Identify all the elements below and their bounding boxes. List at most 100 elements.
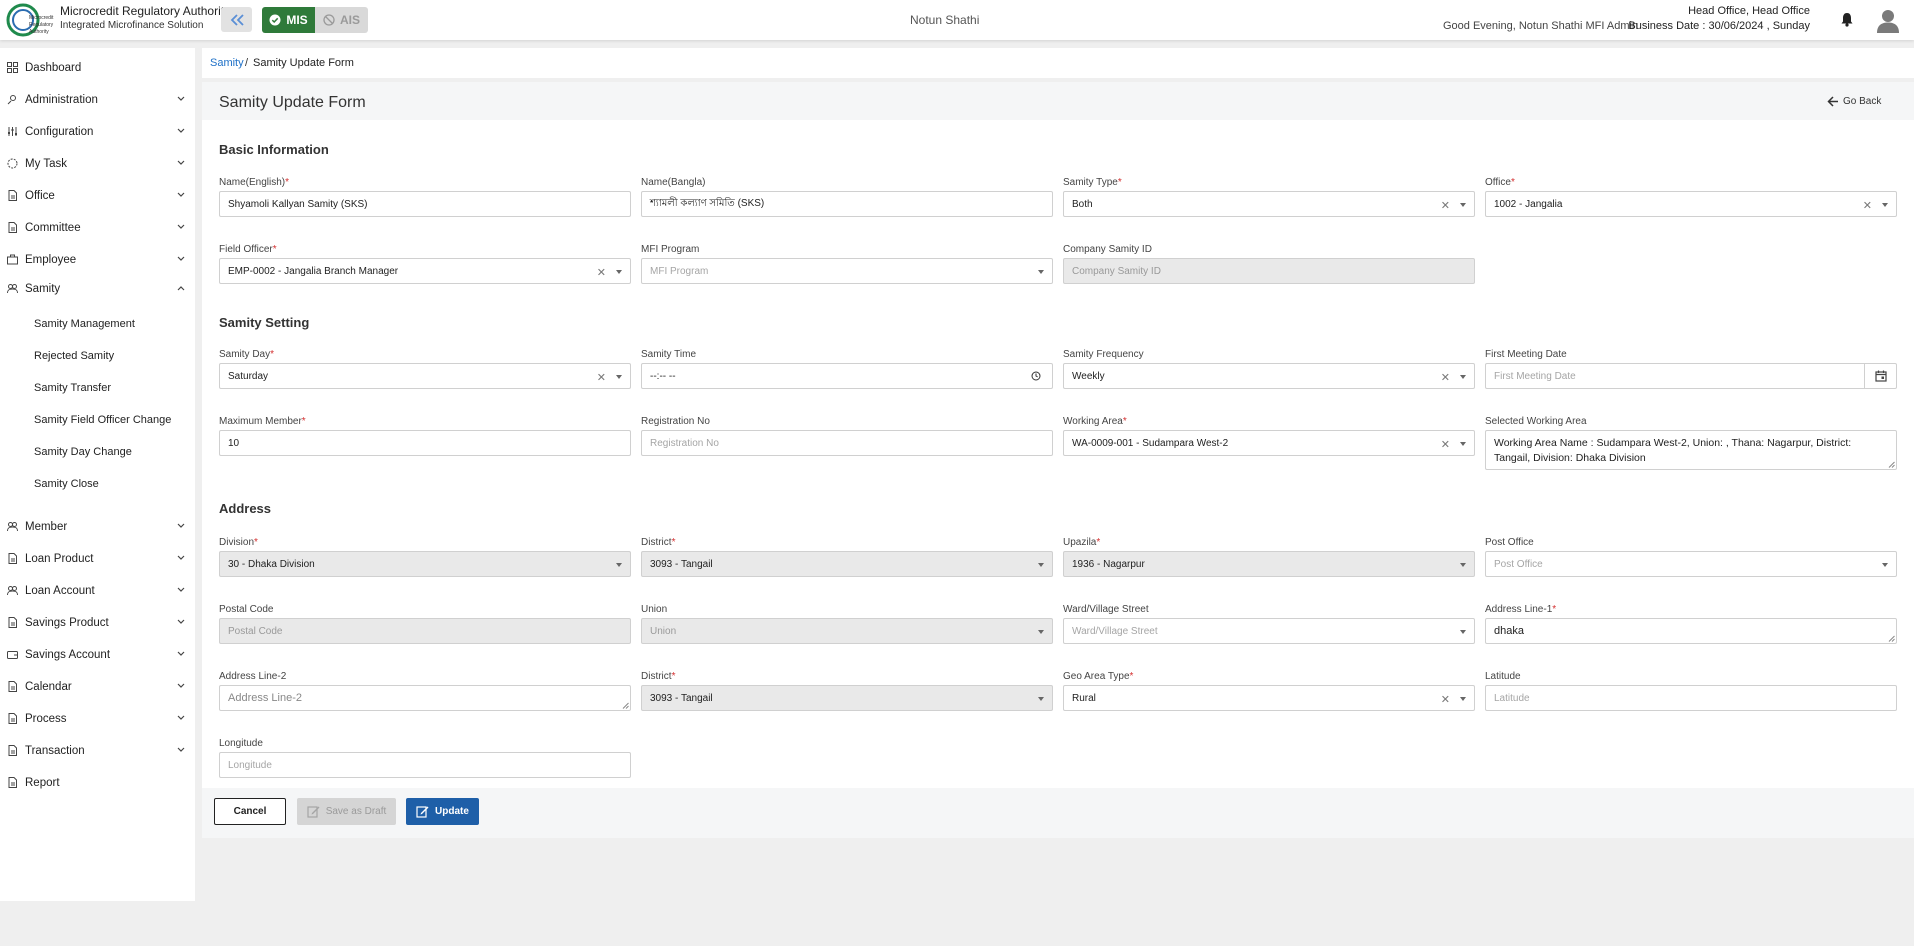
mfi-program-select[interactable]: MFI Program: [641, 258, 1053, 284]
latitude-input[interactable]: Latitude: [1485, 685, 1897, 711]
clear-icon[interactable]: ✕: [1441, 438, 1450, 451]
maximum-member-input[interactable]: 10: [219, 430, 631, 456]
sidebar-item-dashboard[interactable]: Dashboard: [0, 57, 195, 79]
resize-handle-icon[interactable]: [1888, 635, 1895, 642]
address-line1-field: Address Line-1* dhaka: [1485, 604, 1897, 644]
sidebar-item-employee[interactable]: Employee: [0, 249, 195, 271]
registration-no-input[interactable]: Registration No: [641, 430, 1053, 456]
sidebar-item-process[interactable]: Process: [0, 708, 195, 730]
save-as-draft-button[interactable]: Save as Draft: [297, 798, 396, 825]
name-bangla-value: শ্যামলী কল্যাণ সমিতি (SKS): [650, 197, 765, 209]
sidebar-item-calendar[interactable]: Calendar: [0, 676, 195, 698]
postal-code-placeholder: Postal Code: [228, 625, 283, 637]
sidebar-item-configuration[interactable]: Configuration: [0, 121, 195, 143]
sidebar-subitem-samity-close[interactable]: Samity Close: [34, 478, 99, 490]
caret-down-icon: [1460, 442, 1466, 446]
bell-icon[interactable]: [1840, 12, 1854, 27]
address-line2-textarea[interactable]: Address Line-2: [219, 685, 631, 711]
field-officer-select[interactable]: EMP-0002 - Jangalia Branch Manager ✕: [219, 258, 631, 284]
samity-day-select[interactable]: Saturday ✕: [219, 363, 631, 389]
sidebar-subitem-field-officer-change[interactable]: Samity Field Officer Change: [34, 414, 171, 426]
geo-area-type-select[interactable]: Rural ✕: [1063, 685, 1475, 711]
group-icon: [7, 586, 18, 596]
go-back-button[interactable]: Go Back: [1827, 96, 1881, 107]
sidebar-subitem-rejected-samity[interactable]: Rejected Samity: [34, 350, 114, 362]
samity-time-value: --:-- --: [650, 370, 676, 382]
sidebar-item-savings-account[interactable]: Savings Account: [0, 644, 195, 666]
cancel-button[interactable]: Cancel: [214, 798, 286, 825]
samity-time-input[interactable]: --:-- --: [641, 363, 1053, 389]
business-date: Business Date : 30/06/2024 , Sunday: [1628, 20, 1810, 32]
samity-frequency-select[interactable]: Weekly ✕: [1063, 363, 1475, 389]
mis-mode-button[interactable]: MIS: [262, 7, 315, 33]
clear-icon[interactable]: ✕: [1441, 371, 1450, 384]
longitude-input[interactable]: Longitude: [219, 752, 631, 778]
division-select[interactable]: 30 - Dhaka Division: [219, 551, 631, 577]
brand-subtitle: Integrated Microfinance Solution: [60, 20, 204, 31]
samity-time-label: Samity Time: [641, 349, 697, 360]
section-basic-information: Basic Information: [219, 142, 329, 157]
sidebar-item-my-task[interactable]: My Task: [0, 153, 195, 175]
sidebar-subitem-samity-day-change[interactable]: Samity Day Change: [34, 446, 132, 458]
first-meeting-date-input[interactable]: First Meeting Date: [1485, 363, 1897, 389]
svg-text:Regulatory: Regulatory: [29, 22, 54, 28]
file-icon: [8, 553, 17, 564]
sidebar-item-transaction[interactable]: Transaction: [0, 740, 195, 762]
breadcrumb-separator: /: [245, 57, 249, 69]
company-samity-id-label: Company Samity ID: [1063, 244, 1152, 255]
sidebar-item-loan-account[interactable]: Loan Account: [0, 580, 195, 602]
sidebar-item-member[interactable]: Member: [0, 516, 195, 538]
sidebar-item-office[interactable]: Office: [0, 185, 195, 207]
sidebar-item-savings-product[interactable]: Savings Product: [0, 612, 195, 634]
union-select[interactable]: Union: [641, 618, 1053, 644]
geo-area-type-value: Rural: [1072, 692, 1096, 704]
resize-handle-icon[interactable]: [622, 702, 629, 709]
sidebar-item-label: Transaction: [25, 745, 85, 757]
sidebar-item-report[interactable]: Report: [0, 772, 195, 794]
first-meeting-date-field: First Meeting Date First Meeting Date: [1485, 349, 1897, 389]
chevron-down-icon: [177, 683, 185, 688]
sidebar-subitem-samity-management[interactable]: Samity Management: [34, 318, 135, 330]
clear-icon[interactable]: ✕: [597, 266, 606, 279]
mfi-program-placeholder: MFI Program: [650, 265, 709, 277]
maximum-member-field: Maximum Member* 10: [219, 416, 631, 456]
sidebar-item-committee[interactable]: Committee: [0, 217, 195, 239]
sidebar-item-administration[interactable]: Administration: [0, 89, 195, 111]
user-avatar-icon[interactable]: [1875, 7, 1901, 33]
calendar-button[interactable]: [1864, 364, 1896, 388]
address-line1-textarea[interactable]: dhaka: [1485, 618, 1897, 644]
post-office-select[interactable]: Post Office: [1485, 551, 1897, 577]
clear-icon[interactable]: ✕: [1441, 693, 1450, 706]
clear-icon[interactable]: ✕: [1863, 199, 1872, 212]
sidebar-subitem-samity-transfer[interactable]: Samity Transfer: [34, 382, 111, 394]
group-icon: [7, 284, 18, 294]
file-icon: [8, 745, 17, 756]
office-select[interactable]: 1002 - Jangalia ✕: [1485, 191, 1897, 217]
samity-type-select[interactable]: Both ✕: [1063, 191, 1475, 217]
clear-icon[interactable]: ✕: [1441, 199, 1450, 212]
sidebar-collapse-button[interactable]: [221, 7, 252, 32]
caret-down-icon: [1460, 563, 1466, 567]
district2-select[interactable]: 3093 - Tangail: [641, 685, 1053, 711]
update-label: Update: [435, 806, 469, 817]
clock-icon[interactable]: [1031, 371, 1041, 381]
name-bangla-input[interactable]: শ্যামলী কল্যাণ সমিতি (SKS): [641, 191, 1053, 217]
ward-select[interactable]: Ward/Village Street: [1063, 618, 1475, 644]
union-placeholder: Union: [650, 625, 677, 637]
breadcrumb-samity-link[interactable]: Samity: [210, 57, 244, 69]
district-select[interactable]: 3093 - Tangail: [641, 551, 1053, 577]
sidebar-item-loan-product[interactable]: Loan Product: [0, 548, 195, 570]
upazila-select[interactable]: 1936 - Nagarpur: [1063, 551, 1475, 577]
resize-handle-icon[interactable]: [1888, 461, 1895, 468]
name-english-input[interactable]: Shyamoli Kallyan Samity (SKS): [219, 191, 631, 217]
update-button[interactable]: Update: [406, 798, 479, 825]
registration-no-field: Registration No Registration No: [641, 416, 1053, 456]
clear-icon[interactable]: ✕: [597, 371, 606, 384]
samity-frequency-value: Weekly: [1072, 370, 1105, 382]
sidebar-item-samity[interactable]: Samity: [0, 278, 195, 300]
selected-working-area-textarea[interactable]: Working Area Name : Sudampara West-2, Un…: [1485, 430, 1897, 470]
ais-mode-button[interactable]: AIS: [315, 7, 368, 33]
district2-value: 3093 - Tangail: [650, 692, 713, 704]
double-chevron-left-icon: [230, 13, 244, 26]
working-area-select[interactable]: WA-0009-001 - Sudampara West-2 ✕: [1063, 430, 1475, 456]
